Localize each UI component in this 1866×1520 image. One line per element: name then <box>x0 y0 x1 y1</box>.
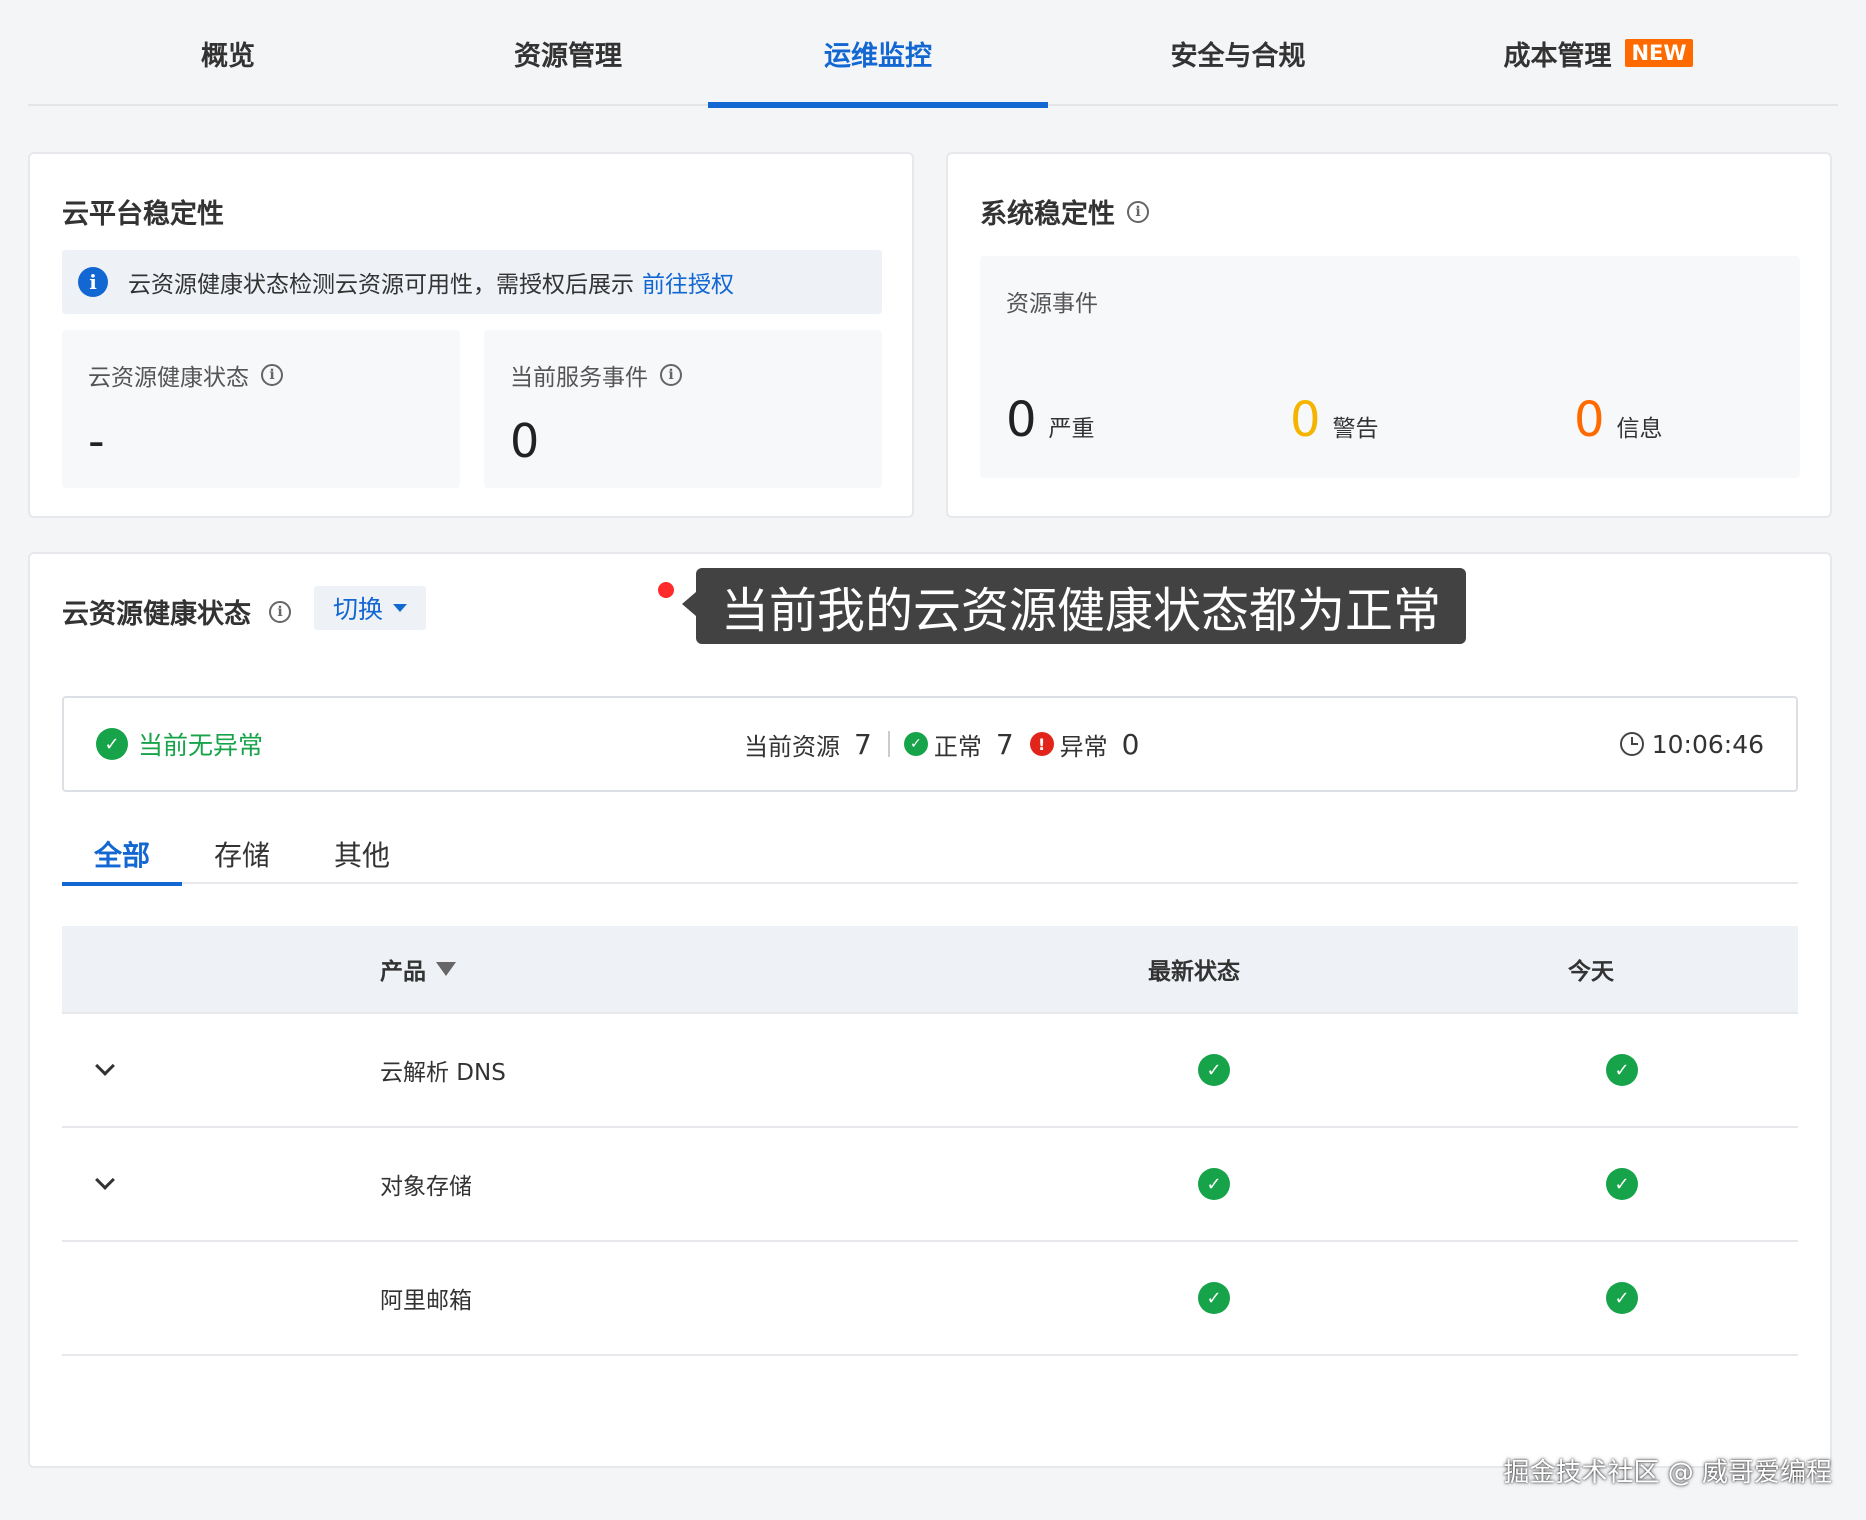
new-badge: NEW <box>1625 39 1693 67</box>
table-header: 产品 最新状态 今天 <box>62 926 1798 1014</box>
event-critical[interactable]: 0 严重 <box>1006 396 1095 444</box>
event-label: 警告 <box>1332 416 1379 442</box>
tab-resource-management[interactable]: 资源管理 <box>448 0 688 106</box>
subtab-other[interactable]: 其他 <box>302 824 422 884</box>
column-header-product: 产品 <box>380 959 426 985</box>
check-circle-icon: ✓ <box>1606 1168 1638 1200</box>
subtab-storage[interactable]: 存储 <box>182 824 302 884</box>
check-circle-icon: ✓ <box>1198 1168 1230 1200</box>
health-table: 产品 最新状态 今天 云解析 DNS ✓ ✓ 对象存储 ✓ ✓ 阿里邮箱 ✓ ✓ <box>62 926 1798 1356</box>
chevron-down-icon[interactable] <box>95 1170 115 1190</box>
check-circle-icon: ✓ <box>1198 1282 1230 1314</box>
stat-label: 当前服务事件 <box>510 365 648 391</box>
tab-cost-management-label: 成本管理 <box>1503 40 1612 72</box>
auth-alert: i 云资源健康状态检测云资源可用性，需授权后展示 前往授权 <box>62 250 882 314</box>
category-tabs: 全部 存储 其他 <box>62 824 1798 886</box>
card-title: 云平台稳定性 <box>62 199 224 230</box>
filter-icon[interactable] <box>436 962 456 976</box>
info-filled-icon: i <box>78 267 108 297</box>
system-stability-card: 系统稳定性 i 资源事件 0 严重 0 警告 0 信息 <box>946 152 1832 518</box>
subtab-all[interactable]: 全部 <box>62 824 182 886</box>
check-circle-icon: ✓ <box>1606 1054 1638 1086</box>
info-icon[interactable]: i <box>660 364 682 386</box>
authorize-link[interactable]: 前往授权 <box>642 265 734 299</box>
info-icon[interactable]: i <box>1127 200 1149 223</box>
card-title: 云资源健康状态 <box>62 599 251 630</box>
clock-icon <box>1619 732 1644 756</box>
switch-dropdown[interactable]: 切换 <box>314 586 426 630</box>
stat-value: - <box>88 414 105 468</box>
info-icon[interactable]: i <box>269 600 291 623</box>
normal-label: 正常 <box>933 732 982 761</box>
check-circle-icon: ✓ <box>96 728 128 760</box>
pointer-dot <box>658 582 674 598</box>
table-row[interactable]: 云解析 DNS ✓ ✓ <box>62 1014 1798 1128</box>
check-circle-icon: ✓ <box>1198 1054 1230 1086</box>
stat-label: 云资源健康状态 <box>88 365 249 391</box>
stat-health-status: 云资源健康状态 i - <box>62 330 460 488</box>
check-circle-icon: ✓ <box>903 732 928 756</box>
chevron-down-icon[interactable] <box>95 1056 115 1076</box>
watermark: 掘金技术社区 @ 威哥爱编程 <box>1503 1458 1832 1488</box>
event-count: 0 <box>1006 392 1037 448</box>
card-title: 系统稳定性 <box>980 199 1115 230</box>
health-status-card: 云资源健康状态 i 切换 ✓ 当前无异常 当前资源 7 ✓ 正常 7 ! 异常 … <box>28 552 1832 1468</box>
divider <box>887 731 890 757</box>
stat-service-events: 当前服务事件 i 0 <box>484 330 882 488</box>
event-label: 严重 <box>1048 416 1095 442</box>
abnormal-count: 0 <box>1121 727 1140 761</box>
tab-cost-management[interactable]: 成本管理 NEW <box>1448 0 1748 106</box>
tab-overview[interactable]: 概览 <box>108 0 348 106</box>
status-summary-bar: ✓ 当前无异常 当前资源 7 ✓ 正常 7 ! 异常 0 10:06:46 <box>62 696 1798 792</box>
resources-label: 当前资源 <box>744 732 840 761</box>
product-name: 对象存储 <box>380 1174 472 1200</box>
event-warning[interactable]: 0 警告 <box>1290 396 1379 444</box>
abnormal-label: 异常 <box>1059 732 1108 761</box>
product-name: 阿里邮箱 <box>380 1288 472 1314</box>
table-row[interactable]: 阿里邮箱 ✓ ✓ <box>62 1242 1798 1356</box>
check-circle-icon: ✓ <box>1606 1282 1638 1314</box>
update-time: 10:06:46 <box>1651 729 1764 759</box>
status-summary: 当前无异常 <box>138 731 264 760</box>
event-label: 信息 <box>1616 416 1663 442</box>
tab-ops-monitoring[interactable]: 运维监控 <box>708 0 1048 108</box>
event-count: 0 <box>1574 392 1605 448</box>
info-icon[interactable]: i <box>261 364 283 386</box>
error-circle-icon: ! <box>1029 732 1054 756</box>
tab-security-compliance[interactable]: 安全与合规 <box>1088 0 1388 106</box>
events-label: 资源事件 <box>1006 291 1098 317</box>
caption-tooltip: 当前我的云资源健康状态都为正常 <box>682 568 1466 644</box>
table-row[interactable]: 对象存储 ✓ ✓ <box>62 1128 1798 1242</box>
switch-label: 切换 <box>332 595 383 624</box>
platform-stability-card: 云平台稳定性 i 云资源健康状态检测云资源可用性，需授权后展示 前往授权 云资源… <box>28 152 914 518</box>
event-count: 0 <box>1290 392 1321 448</box>
product-name: 云解析 DNS <box>380 1060 506 1086</box>
column-header-today: 今天 <box>1568 959 1614 985</box>
event-info[interactable]: 0 信息 <box>1574 396 1663 444</box>
alert-text: 云资源健康状态检测云资源可用性，需授权后展示 <box>128 272 634 298</box>
resource-events: 资源事件 0 严重 0 警告 0 信息 <box>980 256 1800 478</box>
column-header-latest-status: 最新状态 <box>1148 959 1240 985</box>
normal-count: 7 <box>995 727 1014 761</box>
caret-down-icon <box>393 604 407 612</box>
resources-count: 7 <box>854 727 872 761</box>
stat-value: 0 <box>510 414 540 468</box>
top-nav: 概览 资源管理 运维监控 安全与合规 成本管理 NEW <box>28 0 1838 108</box>
